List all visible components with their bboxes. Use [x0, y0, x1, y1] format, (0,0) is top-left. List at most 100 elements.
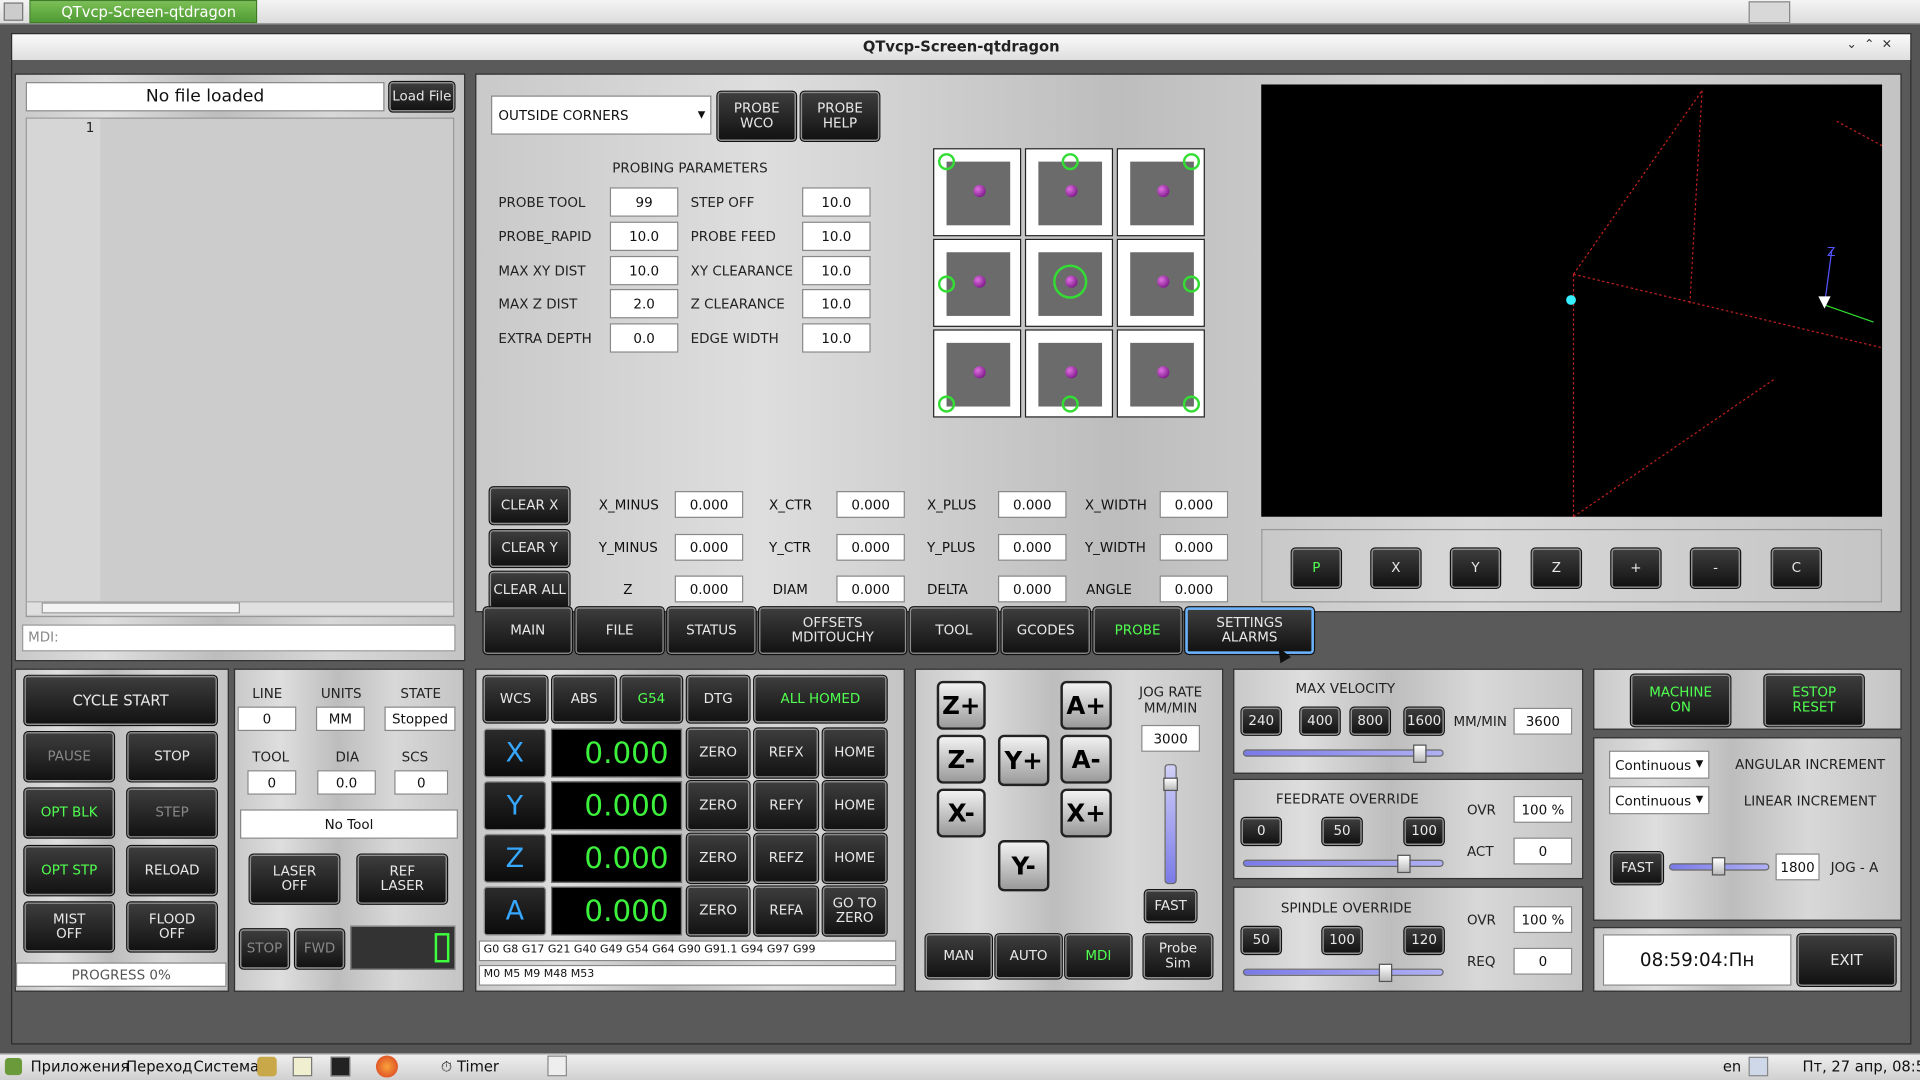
probe-cell-top-left[interactable] — [933, 148, 1022, 237]
zero-y-button[interactable]: ZERO — [686, 781, 750, 831]
dtg-button[interactable]: DTG — [686, 675, 750, 723]
window-controls[interactable]: ⌄⌃✕ — [1847, 38, 1911, 55]
probe-cell-bottom-left[interactable] — [933, 329, 1022, 418]
feed-preset-0[interactable]: 0 — [1241, 817, 1281, 845]
param-input[interactable]: 10.0 — [609, 255, 679, 286]
tab-gcodes[interactable]: GCODES — [1001, 607, 1090, 654]
terminal-icon[interactable] — [330, 1056, 351, 1077]
probe-cell-center[interactable] — [1024, 238, 1114, 327]
applications-menu[interactable]: Приложения — [31, 1058, 130, 1075]
jog-a-fast-button[interactable]: FAST — [1611, 852, 1663, 885]
zero-x-button[interactable]: ZERO — [686, 728, 750, 778]
view-button-y[interactable]: Y — [1451, 548, 1501, 588]
abs-button[interactable]: ABS — [552, 675, 616, 723]
jog-x-minus-button[interactable]: X- — [936, 788, 986, 838]
angular-increment-select[interactable]: Continuous ▼ — [1608, 750, 1710, 779]
refx-button[interactable]: REFX — [754, 728, 818, 778]
param-input[interactable]: 99 — [609, 187, 679, 217]
estop-reset-button[interactable]: ESTOP RESET — [1764, 674, 1864, 727]
g54-button[interactable]: G54 — [620, 675, 683, 723]
exit-button[interactable]: EXIT — [1797, 934, 1896, 986]
linear-increment-select[interactable]: Continuous ▼ — [1608, 786, 1710, 815]
clear-y-button[interactable]: CLEAR Y — [489, 530, 570, 567]
jog-rate-slider-knob[interactable] — [1163, 777, 1178, 792]
menu-icon[interactable] — [3, 2, 24, 21]
text-editor-icon[interactable] — [292, 1056, 313, 1077]
clear-all-button[interactable]: CLEAR ALL — [489, 571, 570, 609]
jog-fast-button[interactable]: FAST — [1144, 890, 1197, 923]
mdi-input[interactable]: MDI: — [22, 624, 456, 652]
timer-applet[interactable]: ⏱ Timer — [441, 1058, 499, 1076]
app-menu-icon[interactable] — [4, 1057, 23, 1076]
taskbar-clock[interactable]: Пт, 27 апр, 08:59 — [1802, 1058, 1920, 1075]
stop-button[interactable]: STOP — [127, 732, 217, 782]
tab-status[interactable]: STATUS — [667, 607, 756, 654]
home-z-button[interactable]: HOME — [822, 833, 887, 883]
auto-button[interactable]: AUTO — [995, 934, 1062, 979]
opt-stp-button[interactable]: OPT STP — [24, 846, 114, 896]
places-menu[interactable]: Переход — [126, 1058, 192, 1075]
probe-cell-bottom-right[interactable] — [1116, 329, 1205, 418]
tab-main[interactable]: MAIN — [483, 607, 572, 654]
feed-preset-50[interactable]: 50 — [1322, 817, 1362, 845]
param-input[interactable]: 10.0 — [802, 221, 871, 252]
jog-z-minus-button[interactable]: Z- — [936, 734, 986, 784]
scrollbar-thumb[interactable] — [41, 602, 241, 614]
probe-cell-right[interactable] — [1116, 238, 1205, 327]
param-input[interactable]: 0.0 — [609, 323, 679, 353]
feed-preset-100[interactable]: 100 — [1404, 817, 1444, 845]
zoom-in-button[interactable]: + — [1611, 548, 1661, 588]
refa-button[interactable]: REFA — [754, 886, 818, 936]
jog-x-plus-button[interactable]: X+ — [1060, 788, 1112, 838]
spindle-stop-button[interactable]: STOP — [240, 929, 289, 969]
cycle-start-button[interactable]: CYCLE START — [24, 675, 217, 725]
probe-sim-button[interactable]: Probe Sim — [1143, 934, 1213, 979]
launcher-icon[interactable] — [257, 1056, 277, 1077]
jog-a-slider-knob[interactable] — [1711, 857, 1726, 876]
vel-preset-1600[interactable]: 1600 — [1404, 707, 1444, 735]
spindle-override-slider[interactable] — [1242, 968, 1444, 976]
feedrate-slider-knob[interactable] — [1397, 854, 1411, 874]
flood-button[interactable]: FLOOD OFF — [127, 902, 217, 952]
jog-y-minus-button[interactable]: Y- — [997, 840, 1050, 892]
pause-button[interactable]: PAUSE — [24, 732, 114, 782]
param-input[interactable]: 2.0 — [609, 288, 679, 319]
vel-preset-800[interactable]: 800 — [1350, 707, 1390, 735]
mdi-button[interactable]: MDI — [1065, 934, 1132, 979]
load-file-button[interactable]: Load File — [389, 82, 455, 112]
all-homed-button[interactable]: ALL HOMED — [754, 675, 887, 723]
go-to-zero-button[interactable]: GO TO ZERO — [822, 886, 887, 936]
probe-cell-bottom[interactable] — [1024, 329, 1114, 418]
gcode-graphics-view[interactable]: Z — [1261, 84, 1883, 517]
param-input[interactable]: 10.0 — [802, 255, 871, 286]
axis-select-z[interactable]: Z — [483, 833, 547, 883]
view-button-x[interactable]: X — [1371, 548, 1421, 588]
mist-button[interactable]: MIST OFF — [24, 902, 114, 952]
axis-select-y[interactable]: Y — [483, 781, 547, 831]
laser-off-button[interactable]: LASER OFF — [249, 854, 340, 904]
spindle-preset-50[interactable]: 50 — [1241, 926, 1281, 954]
jog-a-plus-button[interactable]: A+ — [1060, 680, 1112, 730]
max-velocity-slider-knob[interactable] — [1413, 744, 1427, 763]
spindle-preset-100[interactable]: 100 — [1322, 926, 1362, 954]
spindle-override-slider-knob[interactable] — [1378, 963, 1393, 983]
keyboard-layout[interactable]: en — [1723, 1058, 1741, 1075]
tab-file[interactable]: FILE — [575, 607, 664, 654]
probe-cell-top-right[interactable] — [1116, 148, 1205, 237]
jog-y-plus-button[interactable]: Y+ — [997, 734, 1050, 787]
tab-tool[interactable]: TOOL — [909, 607, 998, 654]
param-input[interactable]: 10.0 — [802, 323, 871, 353]
clear-x-button[interactable]: CLEAR X — [489, 487, 570, 525]
spindle-fwd-button[interactable]: FWD — [295, 929, 345, 969]
feedrate-slider[interactable] — [1242, 859, 1444, 867]
probe-wco-button[interactable]: PROBE WCO — [717, 91, 796, 141]
zoom-out-button[interactable]: - — [1691, 548, 1741, 588]
clear-view-button[interactable]: C — [1771, 548, 1821, 588]
zero-a-button[interactable]: ZERO — [686, 886, 750, 936]
probe-help-button[interactable]: PROBE HELP — [800, 91, 880, 141]
home-x-button[interactable]: HOME — [822, 728, 887, 778]
probe-cell-top[interactable] — [1024, 148, 1114, 237]
tab-probe[interactable]: PROBE — [1093, 607, 1182, 654]
man-button[interactable]: MAN — [925, 934, 992, 979]
taskbar-window-tab[interactable]: QTvcp-Screen-qtdragon — [29, 0, 258, 24]
